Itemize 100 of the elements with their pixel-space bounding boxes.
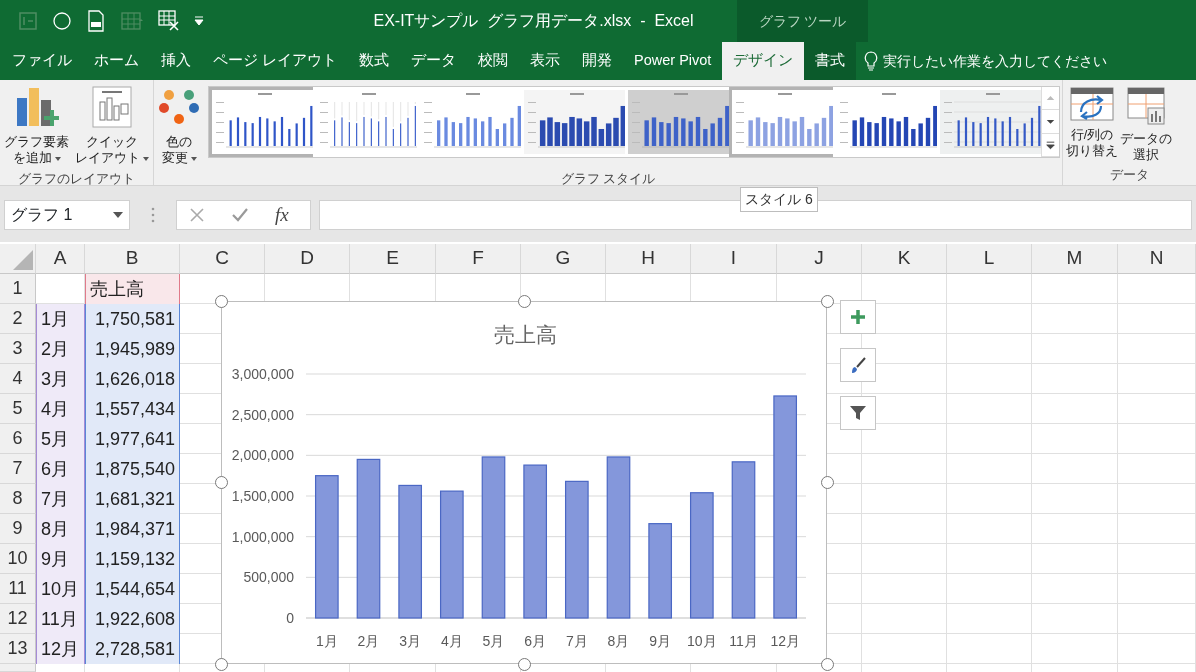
column-header[interactable]: I (691, 244, 777, 274)
ribbon-tab[interactable]: 挿入 (150, 42, 202, 80)
chart-style-thumbnail[interactable] (937, 87, 1041, 157)
table-cell: 1,922,608 (85, 604, 180, 634)
column-header[interactable]: G (521, 244, 606, 274)
row-header[interactable]: 11 (0, 574, 36, 604)
insert-function-button[interactable]: fx (275, 200, 289, 230)
table-cell: 1,159,132 (85, 544, 180, 574)
ribbon-button[interactable]: グラフ要素 を追加 (2, 82, 71, 169)
table-cell: 1,750,581 (85, 304, 180, 334)
column-header[interactable]: A (36, 244, 85, 274)
table-cell: 5月 (36, 424, 85, 454)
row-header[interactable]: 4 (0, 364, 36, 394)
chart-styles-button[interactable] (840, 348, 876, 382)
row-header[interactable]: 5 (0, 394, 36, 424)
ribbon-tab[interactable]: 表示 (519, 42, 572, 80)
table-cell: 9月 (36, 544, 85, 574)
filter-icon (848, 403, 868, 423)
resize-handle[interactable] (214, 294, 228, 308)
column-header[interactable]: H (606, 244, 691, 274)
table-cell: 1月 (36, 304, 85, 334)
table-cell: 6月 (36, 454, 85, 484)
data-table-icon (1126, 86, 1166, 126)
chart-style-thumbnail[interactable] (521, 87, 625, 157)
column-header[interactable]: F (436, 244, 521, 274)
axis-label: 3,000,000 (231, 366, 294, 382)
column-header[interactable]: N (1118, 244, 1196, 274)
row-header[interactable]: 6 (0, 424, 36, 454)
table-cell: 8月 (36, 514, 85, 544)
column-header[interactable]: E (350, 244, 436, 274)
column-header[interactable]: L (947, 244, 1032, 274)
ribbon-tab[interactable]: データ (400, 42, 468, 80)
axis-label: 3月 (399, 633, 422, 649)
row-header[interactable]: 9 (0, 514, 36, 544)
ribbon-tab[interactable]: 数式 (348, 42, 401, 80)
table-cell: 1,681,321 (85, 484, 180, 514)
resize-handle[interactable] (820, 294, 834, 308)
check-icon[interactable] (231, 207, 249, 223)
ribbon-tab[interactable]: ファイル (0, 42, 83, 80)
axis-label: 4月 (440, 633, 463, 649)
column-header[interactable]: M (1032, 244, 1118, 274)
tell-me-field[interactable]: 実行したい作業を入力してください (883, 50, 1108, 72)
table-cell: 4月 (36, 394, 85, 424)
table-cell: 1,875,540 (85, 454, 180, 484)
dropdown-icon[interactable] (113, 212, 123, 218)
ribbon-tab[interactable]: ページ レイアウト (202, 42, 349, 80)
row-header[interactable]: 10 (0, 544, 36, 574)
ribbon-tab[interactable]: ホーム (83, 42, 150, 80)
row-header[interactable]: 8 (0, 484, 36, 514)
row-header[interactable]: 12 (0, 604, 36, 634)
column-header[interactable]: C (180, 244, 265, 274)
ribbon-tab[interactable]: デザイン (722, 42, 805, 80)
customize-icon[interactable] (194, 16, 204, 26)
axis-label: 1月 (315, 633, 338, 649)
column-header[interactable]: B (85, 244, 180, 274)
chart-style-thumbnail[interactable] (729, 87, 833, 157)
table-cell: 3月 (36, 364, 85, 394)
ribbon-button[interactable]: 色の 変更 (156, 82, 202, 169)
resize-handle[interactable] (214, 476, 228, 489)
ribbon-tab[interactable]: 校閲 (467, 42, 520, 80)
table-cell: 11月 (36, 604, 85, 634)
context-tab-label: グラフ ツール (737, 0, 868, 42)
table-cell: 10月 (36, 574, 85, 604)
row-header[interactable]: 7 (0, 454, 36, 484)
axis-label: 12月 (770, 633, 800, 649)
ribbon-tab[interactable]: Power Pivot (623, 42, 723, 80)
axis-label: 8月 (607, 633, 630, 649)
row-header[interactable]: 1 (0, 274, 36, 304)
column-header[interactable]: K (862, 244, 947, 274)
axis-label: 6月 (524, 633, 547, 649)
axis-label: 11月 (729, 633, 758, 649)
row-header[interactable]: 3 (0, 334, 36, 364)
axis-label: 1,000,000 (231, 528, 294, 545)
table-cell: 売上高 (85, 274, 180, 304)
row-header[interactable]: 13 (0, 634, 36, 664)
name-box[interactable]: グラフ 1 (4, 200, 130, 230)
ribbon-button[interactable]: 行/列の 切り替え (1065, 82, 1119, 162)
document-icon[interactable] (86, 10, 106, 32)
ribbon-tab[interactable]: 書式 (804, 42, 857, 80)
axis-label: 10月 (687, 633, 717, 649)
row-header[interactable]: 2 (0, 304, 36, 334)
chart-style-thumbnail[interactable] (625, 87, 729, 157)
lightbulb-icon (864, 51, 879, 71)
cancel-icon[interactable] (189, 207, 205, 223)
column-header[interactable]: J (777, 244, 862, 274)
group-label: グラフのレイアウト (17, 169, 136, 188)
ribbon-button[interactable]: クイック レイアウト (73, 82, 151, 169)
chart-style-thumbnail[interactable] (209, 87, 313, 157)
chart-elements-button[interactable] (840, 300, 876, 334)
swap-icon (1069, 86, 1115, 122)
ribbon-tab[interactable]: 開発 (571, 42, 624, 80)
tooltip: スタイル 6 (740, 187, 818, 212)
window-title: EX-ITサンプル グラフ用データ.xlsx - Excel (373, 11, 694, 31)
circle-icon[interactable] (52, 11, 72, 31)
chart-filters-button[interactable] (840, 396, 876, 430)
chart-area[interactable]: 売上高 0 500,000 1,000,000 1,500,000 2,000,000 2,500,000 3,000,000 1月 2月 3月 4月 5月 6月 7月 8月 9月 10月 11月 12月 (221, 301, 827, 664)
column-header[interactable]: D (265, 244, 350, 274)
table-delete-icon[interactable] (158, 10, 180, 32)
table-cell: 1,544,654 (85, 574, 180, 604)
ribbon-button[interactable]: データの 選択 (1119, 82, 1173, 166)
